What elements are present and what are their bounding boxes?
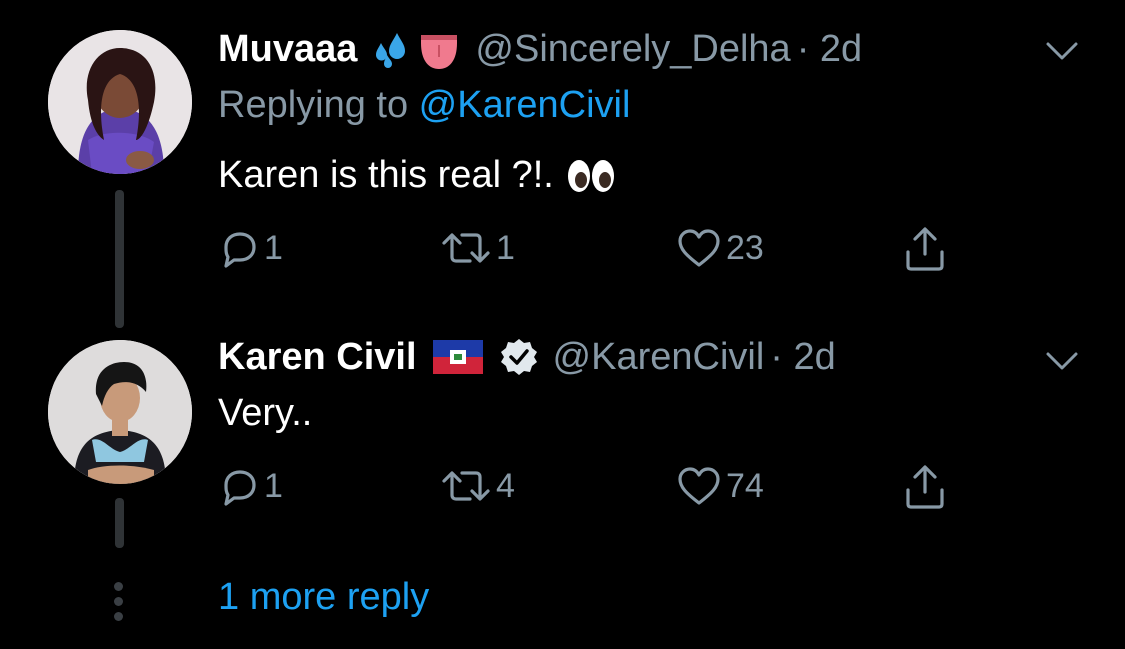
replying-mention-link[interactable]: @KarenCivil bbox=[419, 84, 631, 126]
more-replies-link[interactable]: 1 more reply bbox=[218, 576, 429, 619]
reply-icon bbox=[224, 470, 256, 506]
tweet-text: Karen is this real ?!. bbox=[218, 154, 616, 197]
reply-count: 1 bbox=[264, 466, 283, 505]
haiti-flag-emoji bbox=[432, 340, 483, 374]
tweet-text-content: Karen is this real ?!. bbox=[218, 154, 554, 196]
replying-prefix: Replying to bbox=[218, 84, 419, 126]
timestamp[interactable]: · 2d bbox=[770, 336, 835, 379]
reply-thread: Muvaaa @Sincerely_Delha · 2d Replying to… bbox=[0, 0, 1125, 649]
tongue-emoji bbox=[417, 27, 461, 71]
share-action[interactable] bbox=[902, 462, 948, 510]
reply-icon bbox=[224, 232, 256, 268]
chevron-down-icon[interactable] bbox=[1042, 340, 1082, 380]
reply-count: 1 bbox=[264, 228, 283, 267]
display-name[interactable]: Muvaaa bbox=[218, 28, 357, 71]
like-action[interactable]: 74 bbox=[676, 462, 764, 510]
heart-icon bbox=[678, 229, 720, 267]
verified-badge-icon bbox=[499, 337, 539, 377]
tweet-text-content: Very.. bbox=[218, 392, 313, 434]
like-action[interactable]: 23 bbox=[676, 224, 764, 272]
avatar[interactable] bbox=[48, 340, 192, 484]
retweet-action[interactable]: 4 bbox=[440, 462, 515, 510]
thread-line bbox=[115, 190, 124, 328]
handle[interactable]: @KarenCivil bbox=[553, 336, 765, 379]
share-icon bbox=[906, 227, 944, 271]
retweet-icon bbox=[442, 233, 490, 263]
like-count: 23 bbox=[726, 228, 764, 267]
retweet-icon bbox=[442, 471, 490, 501]
tweet-header: Muvaaa @Sincerely_Delha · 2d bbox=[218, 24, 862, 74]
thread-line bbox=[115, 498, 124, 548]
tweet-text: Very.. bbox=[218, 392, 312, 435]
sweat-droplets-emoji bbox=[371, 29, 411, 69]
eyes-emoji bbox=[567, 159, 614, 192]
tweet-actions: 1 4 74 bbox=[218, 462, 978, 510]
retweet-count: 1 bbox=[496, 228, 515, 267]
avatar[interactable] bbox=[48, 30, 192, 174]
share-action[interactable] bbox=[902, 224, 948, 272]
tweet-actions: 1 1 23 bbox=[218, 224, 978, 272]
retweet-action[interactable]: 1 bbox=[440, 224, 515, 272]
retweet-count: 4 bbox=[496, 466, 515, 505]
replying-to: Replying to @KarenCivil bbox=[218, 84, 630, 127]
reply-action[interactable]: 1 bbox=[218, 462, 283, 510]
reply-action[interactable]: 1 bbox=[218, 224, 283, 272]
display-name[interactable]: Karen Civil bbox=[218, 336, 417, 379]
handle[interactable]: @Sincerely_Delha bbox=[475, 28, 790, 71]
tweet-header: Karen Civil @KarenCivil · 2d bbox=[218, 332, 836, 382]
heart-icon bbox=[678, 467, 720, 505]
more-replies-dots-icon bbox=[112, 582, 126, 622]
chevron-down-icon[interactable] bbox=[1042, 30, 1082, 70]
timestamp[interactable]: · 2d bbox=[797, 28, 862, 71]
like-count: 74 bbox=[726, 466, 764, 505]
share-icon bbox=[906, 465, 944, 509]
